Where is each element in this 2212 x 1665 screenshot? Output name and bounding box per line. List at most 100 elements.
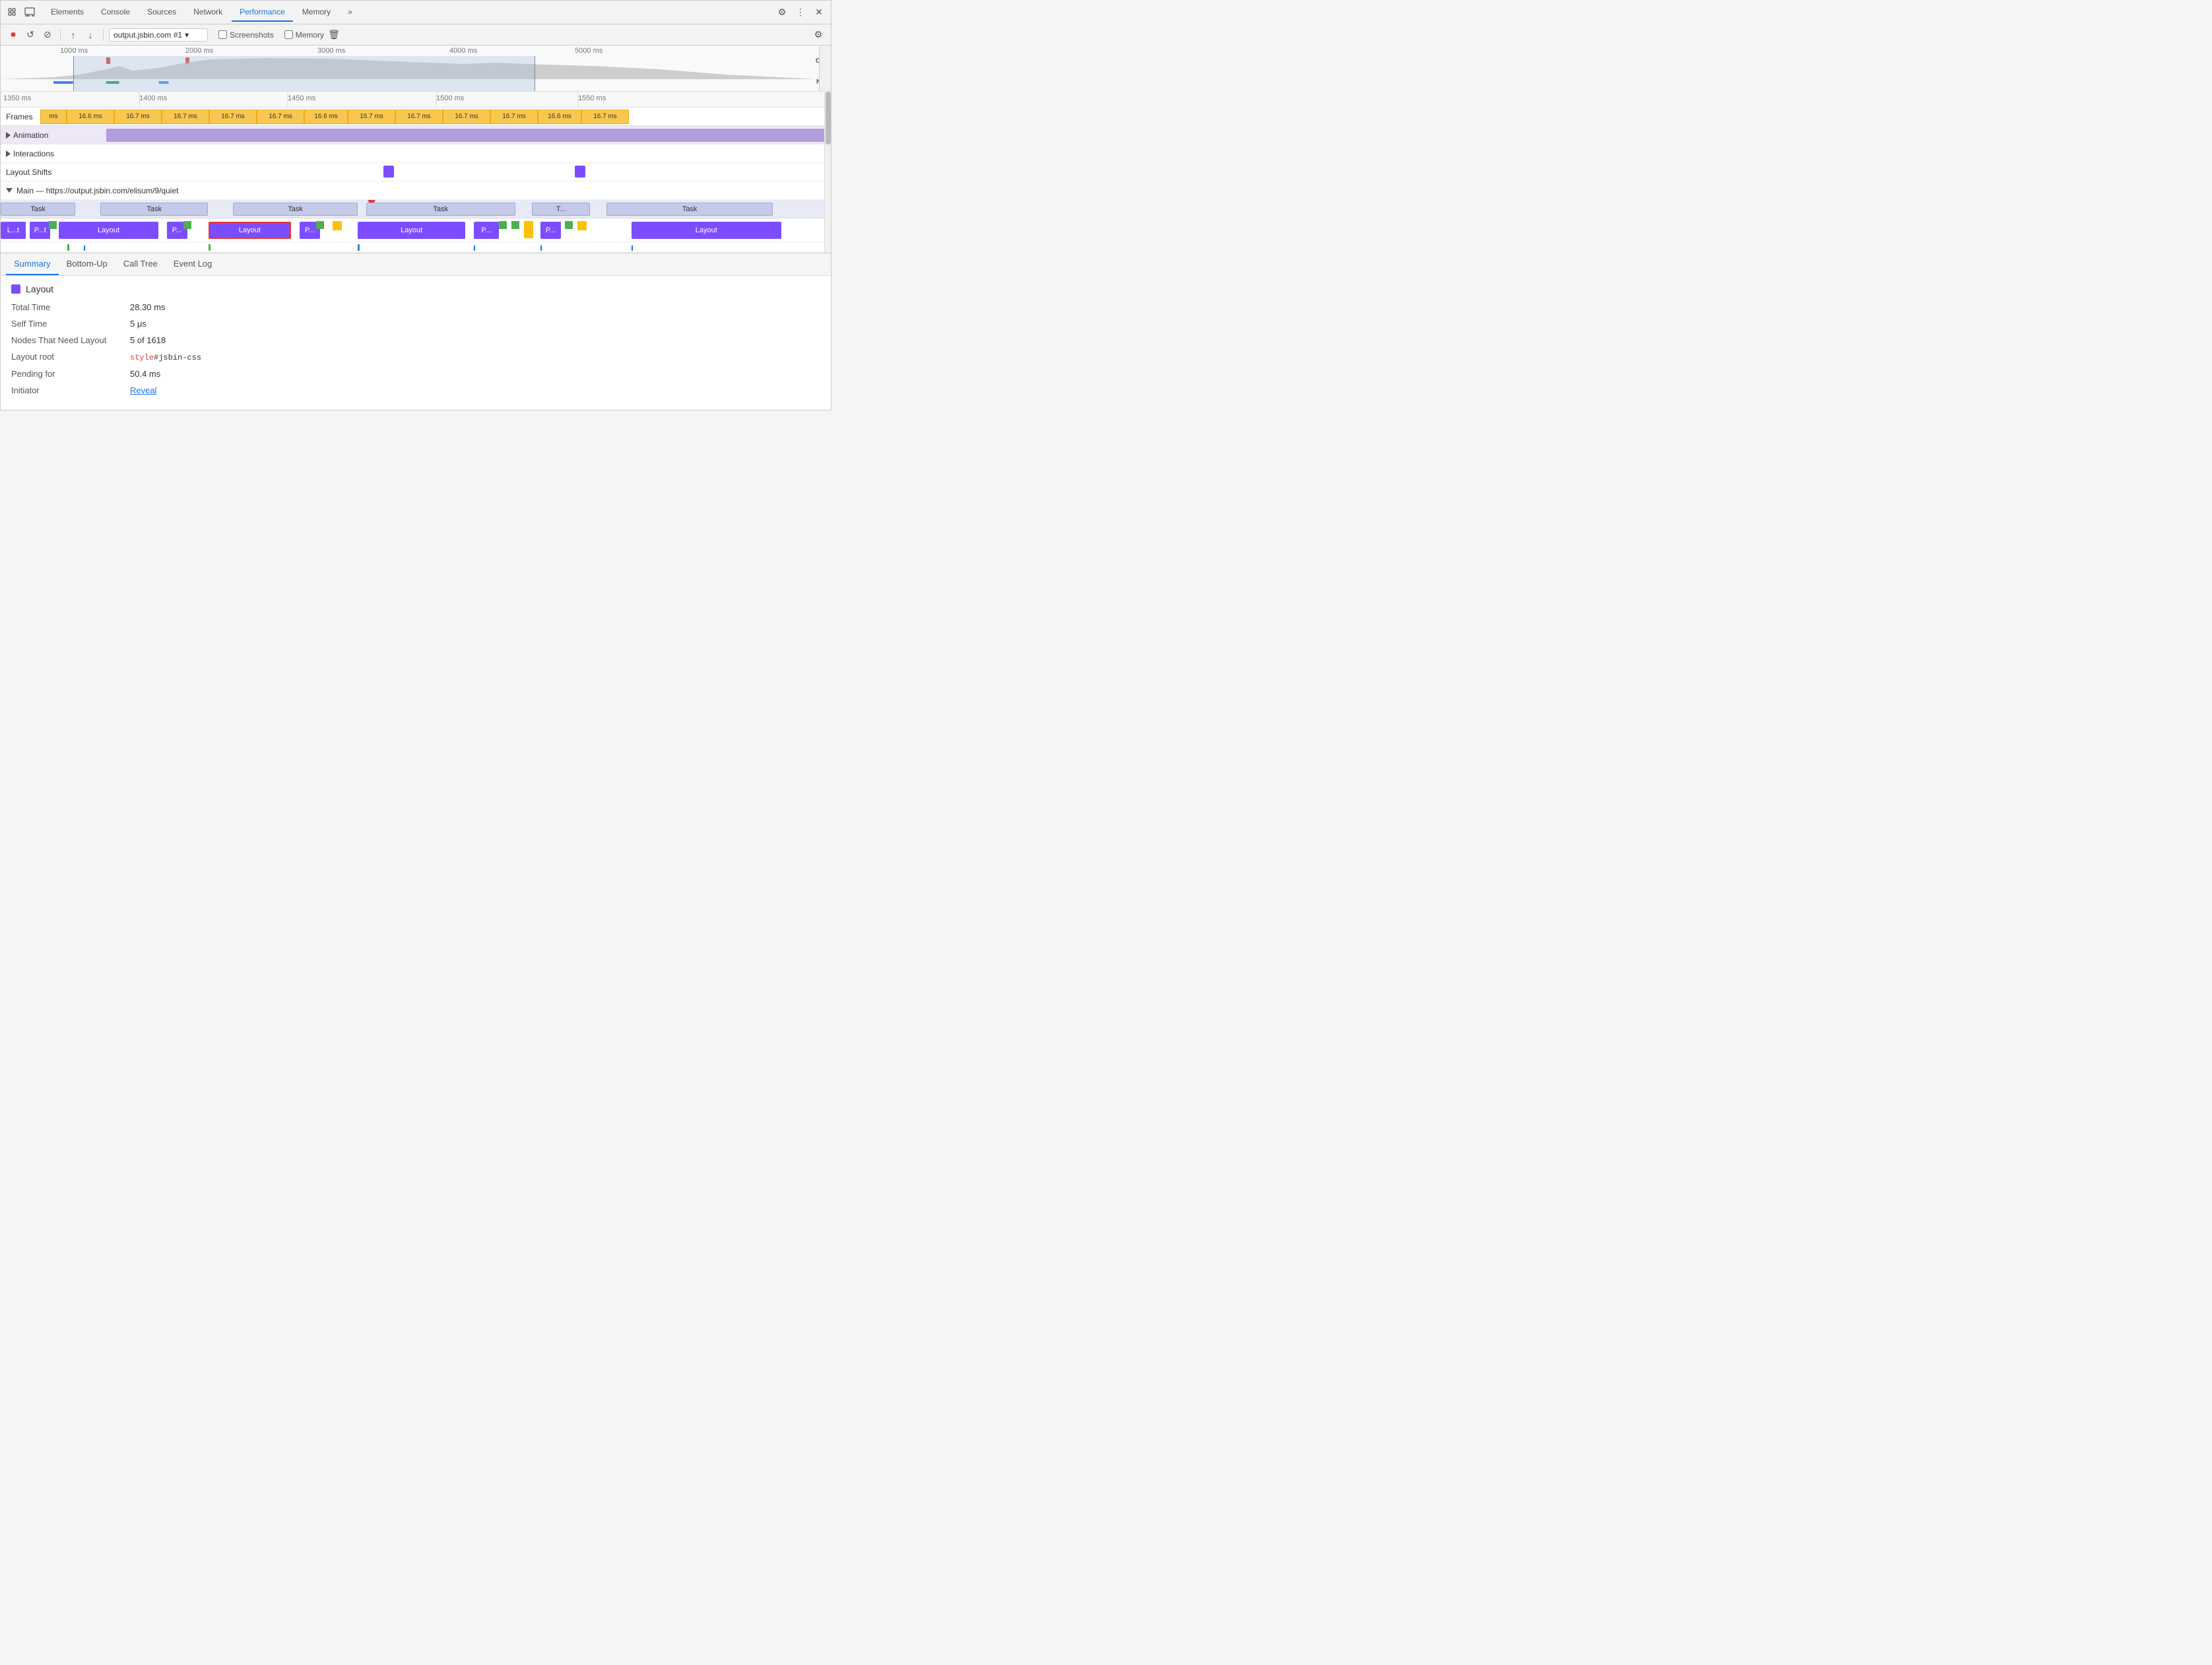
activity-layout-selected[interactable]: Layout: [209, 222, 292, 239]
download-button[interactable]: ↓: [83, 28, 98, 42]
main-header-text: Main — https://output.jsbin.com/elisum/9…: [16, 186, 178, 195]
ov-label-3: 3000 ms: [317, 47, 345, 55]
task-block-3[interactable]: Task: [366, 203, 515, 216]
initiator-reveal-link[interactable]: Reveal: [130, 385, 156, 395]
tab-bar: Elements Console Sources Network Perform…: [1, 1, 831, 24]
frame-cell-8[interactable]: 16.7 ms: [395, 110, 443, 124]
frame-cell-5[interactable]: 16.7 ms: [257, 110, 304, 124]
tab-elements[interactable]: Elements: [43, 3, 92, 22]
frame-cell-0[interactable]: ms: [40, 110, 67, 124]
task-block-2[interactable]: Task: [233, 203, 358, 216]
settings-icon[interactable]: ⚙: [775, 6, 789, 19]
ruler-label-2: 1450 ms: [288, 94, 315, 102]
url-selector[interactable]: output.jsbin.com #1 ▾: [109, 28, 208, 42]
activity-layout-1[interactable]: Layout: [59, 222, 158, 239]
activity-layout-3[interactable]: Layout: [632, 222, 781, 239]
memory-label[interactable]: Memory: [296, 30, 324, 40]
dropdown-arrow-icon: ▾: [185, 30, 189, 40]
tab-network[interactable]: Network: [185, 3, 230, 22]
task-block-1[interactable]: Task: [100, 203, 209, 216]
layout-shift-1[interactable]: [383, 166, 394, 178]
record-button[interactable]: ●: [6, 28, 20, 42]
bottom-tabs: Summary Bottom-Up Call Tree Event Log: [1, 253, 831, 276]
frame-cell-9[interactable]: 16.7 ms: [443, 110, 490, 124]
frame-cell-7[interactable]: 16.7 ms: [348, 110, 395, 124]
layout-shift-2[interactable]: [575, 166, 585, 178]
layout-shifts-text: Layout Shifts: [6, 168, 51, 177]
activity-p4[interactable]: P...: [540, 222, 561, 239]
frame-cell-11[interactable]: 16.6 ms: [538, 110, 581, 124]
upload-button[interactable]: ↑: [66, 28, 81, 42]
tab-more[interactable]: »: [340, 3, 360, 22]
blue-tick-1: [84, 245, 85, 251]
interactions-expand-icon[interactable]: [6, 150, 11, 157]
summary-row-self-time: Self Time 5 μs: [11, 319, 820, 329]
total-time-val: 28.30 ms: [130, 302, 165, 312]
frame-cell-10[interactable]: 16.7 ms: [490, 110, 538, 124]
tab-memory[interactable]: Memory: [294, 3, 339, 22]
ruler-label-1: 1400 ms: [139, 94, 167, 102]
interactions-label[interactable]: Interactions: [1, 149, 106, 158]
main-expand-icon[interactable]: [6, 188, 13, 193]
overview-scrollbar[interactable]: [819, 46, 831, 91]
animation-expand-icon[interactable]: [6, 132, 11, 139]
timeline-scrollbar[interactable]: [824, 92, 831, 253]
divider1: [60, 29, 61, 41]
close-icon[interactable]: ✕: [812, 6, 826, 19]
scrollbar-thumb[interactable]: [826, 92, 831, 145]
perf-settings-icon[interactable]: ⚙: [811, 28, 826, 42]
cursor-icon[interactable]: [6, 6, 19, 19]
activity-p-t[interactable]: P...t: [30, 222, 50, 239]
tasks-row: Task Task Task Task T... Task: [1, 200, 831, 218]
summary-title: Layout: [11, 284, 820, 294]
layout-shifts-content: [106, 163, 831, 181]
frame-cell-2[interactable]: 16.7 ms: [114, 110, 162, 124]
frame-cell-6[interactable]: 16.6 ms: [304, 110, 348, 124]
tab-performance[interactable]: Performance: [232, 3, 293, 22]
screenshots-label[interactable]: Screenshots: [230, 30, 274, 40]
task-block-5[interactable]: Task: [606, 203, 773, 216]
summary-row-nodes: Nodes That Need Layout 5 of 1618: [11, 335, 820, 345]
activity-green-4: [499, 221, 507, 229]
tab-summary[interactable]: Summary: [6, 253, 59, 275]
task-block-0[interactable]: Task: [1, 203, 75, 216]
bottom-panel: Summary Bottom-Up Call Tree Event Log La…: [1, 253, 831, 410]
tab-bottom-up[interactable]: Bottom-Up: [59, 253, 115, 275]
layout-shifts-row: Layout Shifts: [1, 163, 831, 181]
toolbar2-end: ⚙: [811, 28, 826, 42]
frame-cell-12[interactable]: 16.7 ms: [581, 110, 629, 124]
animation-content: [106, 126, 831, 144]
activity-layout-2[interactable]: Layout: [358, 222, 466, 239]
tab-event-log[interactable]: Event Log: [166, 253, 220, 275]
ruler-ticks: [1, 92, 831, 108]
summary-row-initiator: Initiator Reveal: [11, 385, 820, 395]
frame-cell-3[interactable]: 16.7 ms: [162, 110, 209, 124]
summary-content: Layout Total Time 28.30 ms Self Time 5 μ…: [1, 276, 831, 410]
main-section-header: Main — https://output.jsbin.com/elisum/9…: [1, 181, 831, 200]
more-options-icon[interactable]: ⋮: [794, 6, 807, 19]
memory-checkbox[interactable]: [284, 30, 293, 39]
animation-bar[interactable]: [106, 129, 831, 142]
frame-cell-4[interactable]: 16.7 ms: [209, 110, 257, 124]
summary-row-layout-root: Layout root style#jsbin-css: [11, 352, 820, 362]
screenshots-checkbox[interactable]: [218, 30, 227, 39]
animation-label[interactable]: Animation: [1, 131, 106, 140]
frame-cell-1[interactable]: 16.6 ms: [67, 110, 114, 124]
layout-root-val: style#jsbin-css: [130, 353, 201, 362]
tab-call-tree[interactable]: Call Tree: [115, 253, 166, 275]
activity-l-t[interactable]: L...t: [1, 222, 26, 239]
activity-yellow-2: [524, 221, 533, 238]
task-block-4[interactable]: T...: [532, 203, 590, 216]
clear-button[interactable]: ⊘: [40, 28, 55, 42]
overview-area[interactable]: 1000 ms 2000 ms 3000 ms 4000 ms 5000 ms …: [1, 46, 831, 92]
activities-row: L...t P...t Layout P... Layout P... Layo…: [1, 218, 831, 242]
reload-button[interactable]: ↺: [23, 28, 38, 42]
tab-sources[interactable]: Sources: [139, 3, 184, 22]
interactions-row: Interactions: [1, 145, 831, 163]
layout-color-box: [11, 284, 20, 294]
selected-range[interactable]: [73, 56, 535, 92]
tab-console[interactable]: Console: [93, 3, 138, 22]
trash-button[interactable]: 🗑: [327, 28, 341, 42]
inspect-icon[interactable]: [23, 6, 36, 19]
activity-p3[interactable]: P...: [474, 222, 499, 239]
